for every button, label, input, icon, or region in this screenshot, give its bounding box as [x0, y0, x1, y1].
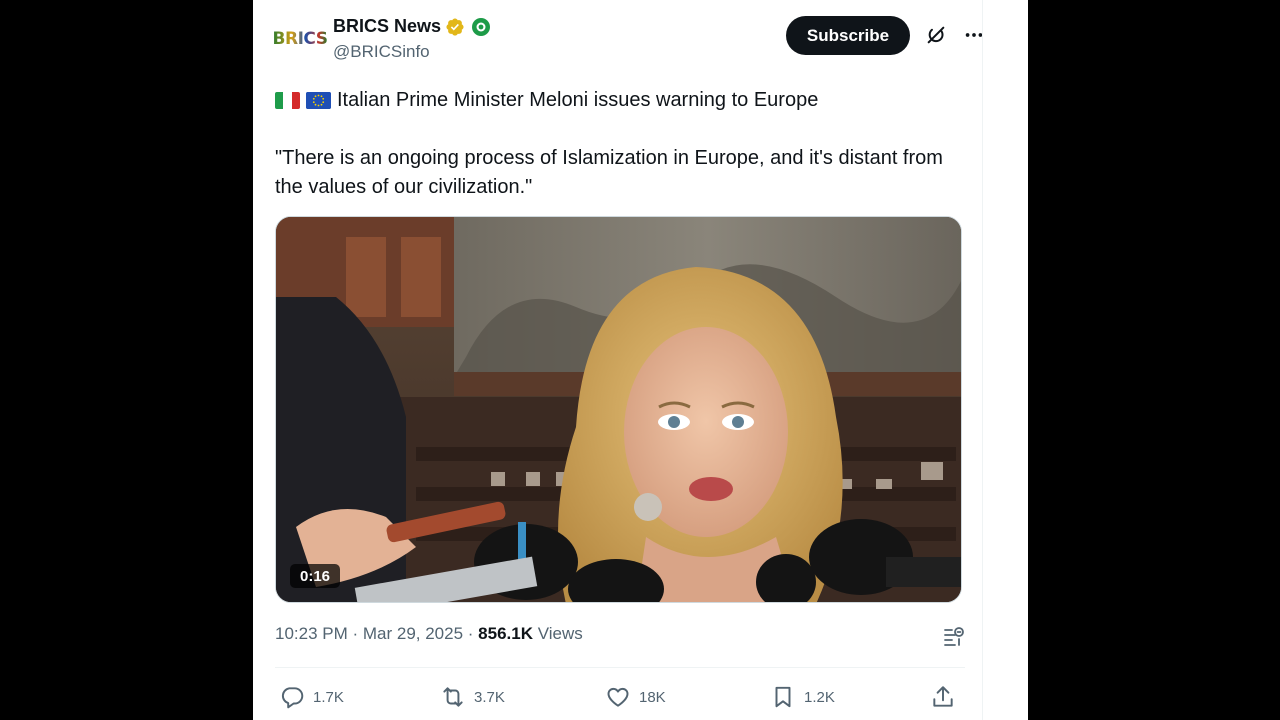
- divider: [275, 667, 965, 668]
- tweet-header: BRICS BRICS News @BRICSinfo Subscribe: [272, 14, 983, 64]
- screen: BRICS BRICS News @BRICSinfo Subscribe It…: [0, 0, 1280, 720]
- tweet-headline: Italian Prime Minister Meloni issues war…: [275, 86, 965, 115]
- views-label: Views: [533, 624, 583, 643]
- italy-flag-icon: [275, 92, 300, 109]
- avatar-logo-text: BRICS: [272, 29, 328, 49]
- verified-badge-icon: [446, 17, 464, 36]
- grok-slash-icon[interactable]: [925, 24, 947, 46]
- tweet-time[interactable]: 10:23 PM: [275, 624, 348, 644]
- account-handle[interactable]: @BRICSinfo: [333, 42, 430, 62]
- name-row: BRICS News: [333, 16, 491, 37]
- action-bar: 1.7K 3.7K 18K 1.2K: [275, 684, 965, 712]
- share-button[interactable]: [930, 684, 956, 710]
- quote-text: "There is an ongoing process of Islamiza…: [275, 147, 943, 198]
- reply-count: 1.7K: [313, 688, 344, 706]
- video-duration: 0:16: [290, 564, 341, 588]
- tweet-text: Italian Prime Minister Meloni issues war…: [275, 86, 965, 202]
- subscribe-button[interactable]: Subscribe: [786, 16, 910, 55]
- repost-button[interactable]: 3.7K: [440, 684, 505, 710]
- headline-text: Italian Prime Minister Meloni issues war…: [337, 89, 819, 111]
- display-name[interactable]: BRICS News: [333, 16, 441, 37]
- post-analytics-icon[interactable]: [941, 624, 965, 648]
- views-count: 856.1K: [478, 624, 533, 643]
- like-button[interactable]: 18K: [605, 684, 666, 710]
- affiliate-badge-icon: [472, 17, 491, 36]
- meta-separator: ·: [463, 624, 479, 643]
- like-count: 18K: [639, 688, 666, 706]
- share-icon: [933, 686, 953, 707]
- page-edge: [982, 0, 1028, 720]
- account-avatar[interactable]: BRICS: [272, 26, 328, 52]
- repost-icon: [443, 687, 463, 707]
- bookmark-button[interactable]: 1.2K: [770, 684, 835, 710]
- eu-flag-icon: [306, 92, 331, 109]
- repost-count: 3.7K: [474, 688, 505, 706]
- bookmark-count: 1.2K: [804, 688, 835, 706]
- tweet-meta: 10:23 PM · Mar 29, 2025 · 856.1K Views: [275, 624, 583, 644]
- meta-separator: ·: [347, 624, 363, 643]
- tweet-date[interactable]: Mar 29, 2025: [363, 624, 463, 644]
- bookmark-icon: [775, 686, 791, 708]
- reply-icon: [281, 687, 304, 709]
- video-frame: [276, 217, 961, 602]
- video-player[interactable]: 0:16: [275, 216, 962, 603]
- like-heart-icon: [607, 687, 629, 707]
- tweet-card: BRICS BRICS News @BRICSinfo Subscribe It…: [253, 0, 1028, 720]
- reply-button[interactable]: 1.7K: [279, 684, 344, 710]
